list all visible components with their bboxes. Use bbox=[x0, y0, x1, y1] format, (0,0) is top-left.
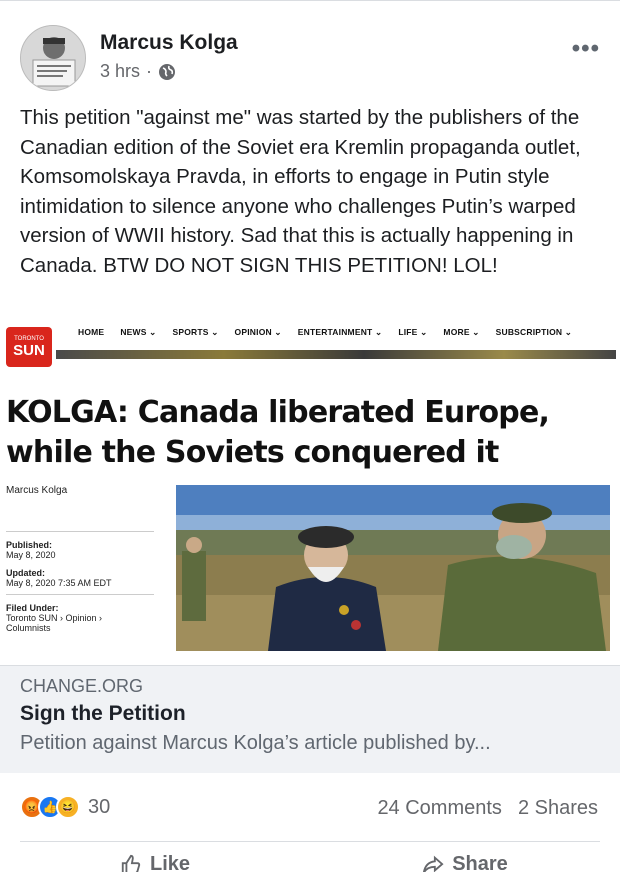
post-card: Marcus Kolga 3 hrs · ••• This petition "… bbox=[0, 0, 620, 872]
author-avatar[interactable] bbox=[20, 25, 86, 91]
article-headline: KOLGA: Canada liberated Europe, while th… bbox=[6, 393, 550, 473]
nav-opinion: OPINION ⌄ bbox=[234, 327, 282, 337]
reaction-count: 30 bbox=[88, 795, 111, 818]
toronto-sun-logo: TORONTO SUN bbox=[6, 327, 52, 367]
globe-icon bbox=[159, 63, 176, 80]
nav-subscription: SUBSCRIPTION ⌄ bbox=[495, 327, 573, 337]
action-bar: Like Share bbox=[0, 853, 620, 872]
post-text: This petition "against me" was started b… bbox=[20, 106, 581, 277]
preview-domain: CHANGE.ORG bbox=[20, 676, 144, 696]
nav-life: LIFE ⌄ bbox=[398, 327, 428, 337]
article-photo bbox=[176, 485, 610, 651]
filed-label: Filed Under: bbox=[6, 603, 59, 613]
share-button[interactable]: Share bbox=[310, 853, 620, 872]
comments-count[interactable]: 24 Comments bbox=[377, 797, 502, 820]
published-label: Published: bbox=[6, 540, 53, 550]
headline-line-1: KOLGA: Canada liberated Europe, bbox=[6, 395, 550, 430]
article-meta-sidebar: Published: May 8, 2020 Updated: May 8, 2… bbox=[6, 525, 154, 633]
reaction-summary[interactable]: 😡 👍 😆 30 bbox=[20, 795, 110, 819]
published-date: May 8, 2020 bbox=[6, 550, 56, 560]
sidebar-divider bbox=[6, 531, 154, 532]
nav-sports: SPORTS ⌄ bbox=[172, 327, 219, 337]
meta-separator: · bbox=[146, 61, 153, 81]
haha-reaction-icon: 😆 bbox=[56, 795, 80, 819]
headline-line-2: while the Soviets conquered it bbox=[6, 435, 499, 470]
nav-entertainment: ENTERTAINMENT ⌄ bbox=[297, 327, 383, 337]
updated-date: May 8, 2020 7:35 AM EDT bbox=[6, 578, 112, 588]
shared-article-image[interactable]: TORONTO SUN HOME NEWS ⌄ SPORTS ⌄ OPINION… bbox=[0, 319, 620, 665]
like-label: Like bbox=[149, 853, 191, 872]
avatar-photo bbox=[21, 26, 85, 90]
more-options-icon[interactable]: ••• bbox=[572, 35, 600, 63]
share-arrow-icon bbox=[423, 855, 444, 872]
filed-under: Toronto SUN › Opinion › bbox=[6, 613, 103, 623]
sidebar-divider bbox=[6, 594, 154, 595]
logo-text: SUN bbox=[13, 341, 45, 359]
link-preview[interactable]: CHANGE.ORG Sign the Petition Petition ag… bbox=[0, 665, 620, 773]
shares-count[interactable]: 2 Shares bbox=[518, 797, 598, 820]
nav-home: HOME bbox=[78, 327, 105, 337]
nav-news: NEWS ⌄ bbox=[120, 327, 157, 337]
share-label: Share bbox=[452, 853, 508, 872]
post-meta: 3 hrs · bbox=[100, 61, 176, 82]
action-bar-divider bbox=[20, 841, 600, 842]
article-byline: Marcus Kolga bbox=[6, 485, 68, 496]
thumbs-up-icon bbox=[121, 854, 141, 872]
nav-more: MORE ⌄ bbox=[443, 327, 480, 337]
article-nav: HOME NEWS ⌄ SPORTS ⌄ OPINION ⌄ ENTERTAIN… bbox=[78, 327, 572, 338]
filed-under-2: Columnists bbox=[6, 623, 51, 633]
like-button[interactable]: Like bbox=[0, 853, 310, 872]
header-banner-strip bbox=[56, 350, 616, 359]
updated-label: Updated: bbox=[6, 568, 45, 578]
veterans-photo-illustration bbox=[176, 485, 610, 651]
author-name[interactable]: Marcus Kolga bbox=[100, 31, 238, 55]
post-timestamp[interactable]: 3 hrs bbox=[100, 61, 140, 82]
engagement-counts: 24 Comments 2 Shares bbox=[377, 797, 598, 820]
preview-title[interactable]: Sign the Petition bbox=[20, 702, 186, 726]
preview-description: Petition against Marcus Kolga’s article … bbox=[20, 732, 491, 754]
